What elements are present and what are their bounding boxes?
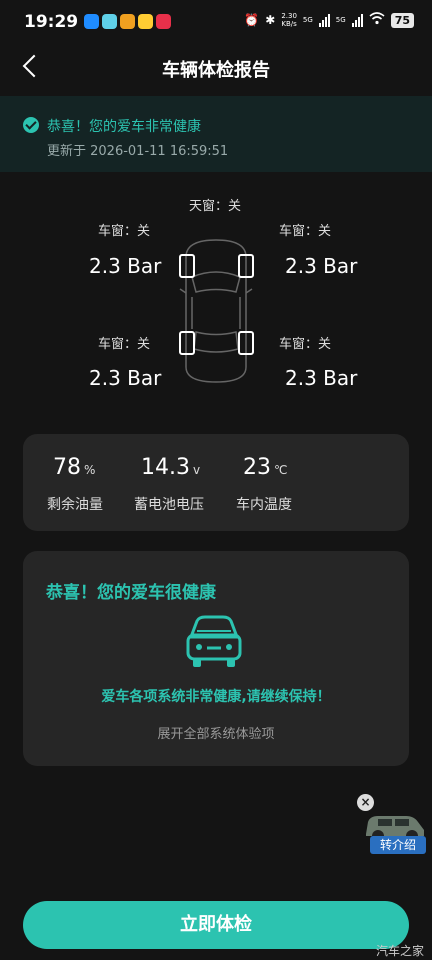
referral-ad-label[interactable]: 转介绍 <box>370 836 426 854</box>
battery-voltage-value: 14.3 v <box>141 455 201 480</box>
sunroof-status: 天窗：关 <box>189 199 242 214</box>
front-right-pressure: 2.3 Bar <box>285 254 358 278</box>
rear-right-tire-icon <box>238 331 254 355</box>
front-left-tire-icon <box>179 254 195 278</box>
car-front-icon <box>186 615 242 667</box>
battery-voltage-label: 蓄电池电压 <box>134 497 204 513</box>
front-right-tire-icon <box>238 254 254 278</box>
rear-left-pressure: 2.3 Bar <box>89 366 162 390</box>
health-title: 恭喜！您的爱车很健康 <box>46 583 216 603</box>
health-message: 爱车各项系统非常健康,请继续保持！ <box>101 689 331 705</box>
wifi-icon <box>369 12 385 28</box>
alarm-icon: ⏰ <box>244 13 260 27</box>
sim1-label: 5G <box>302 16 313 24</box>
app-notification-icon <box>156 14 171 29</box>
app-notification-icon <box>84 14 99 29</box>
app-notification-icon <box>102 14 117 29</box>
app-notification-icon <box>120 14 135 29</box>
check-circle-icon <box>23 117 39 133</box>
banner-message: 恭喜！您的爱车非常健康 <box>47 119 201 135</box>
battery-indicator: 75 <box>390 12 414 28</box>
signal-icon <box>351 13 363 27</box>
status-time: 19:29 <box>24 12 79 32</box>
start-inspection-button[interactable]: 立即体检 <box>23 901 409 949</box>
page-title: 车辆体检报告 <box>162 60 270 81</box>
cabin-temperature-value: 23 ℃ <box>243 455 288 480</box>
expand-all-items-link[interactable]: 展开全部系统体验项 <box>0 723 432 742</box>
sim2-label: 5G <box>335 16 346 24</box>
fuel-level-label: 剩余油量 <box>47 497 103 513</box>
bluetooth-icon: ✱ <box>265 13 276 27</box>
rear-right-pressure: 2.3 Bar <box>285 366 358 390</box>
signal-icon <box>318 13 330 27</box>
network-speed: 2.30 KB/s <box>281 12 297 28</box>
status-icons: ⏰ ✱ 2.30 KB/s 5G 5G 75 <box>244 12 414 28</box>
rear-right-window: 车窗：关 <box>279 337 332 352</box>
cabin-temperature-label: 车内温度 <box>236 497 292 513</box>
status-bar: 19:29 ⏰ ✱ 2.30 KB/s 5G 5G 75 <box>0 0 432 44</box>
front-left-pressure: 2.3 Bar <box>89 254 162 278</box>
vehicle-stats-card <box>23 434 409 531</box>
front-right-window: 车窗：关 <box>279 224 332 239</box>
fuel-level-value: 78% <box>53 455 96 480</box>
rear-left-window: 车窗：关 <box>98 337 151 352</box>
watermark: 汽车之家 <box>375 944 424 958</box>
front-left-window: 车窗：关 <box>98 224 151 239</box>
app-notification-icon <box>138 14 153 29</box>
rear-left-tire-icon <box>179 331 195 355</box>
banner-updated-time: 更新于 2026-01-11 16:59:51 <box>47 144 229 159</box>
